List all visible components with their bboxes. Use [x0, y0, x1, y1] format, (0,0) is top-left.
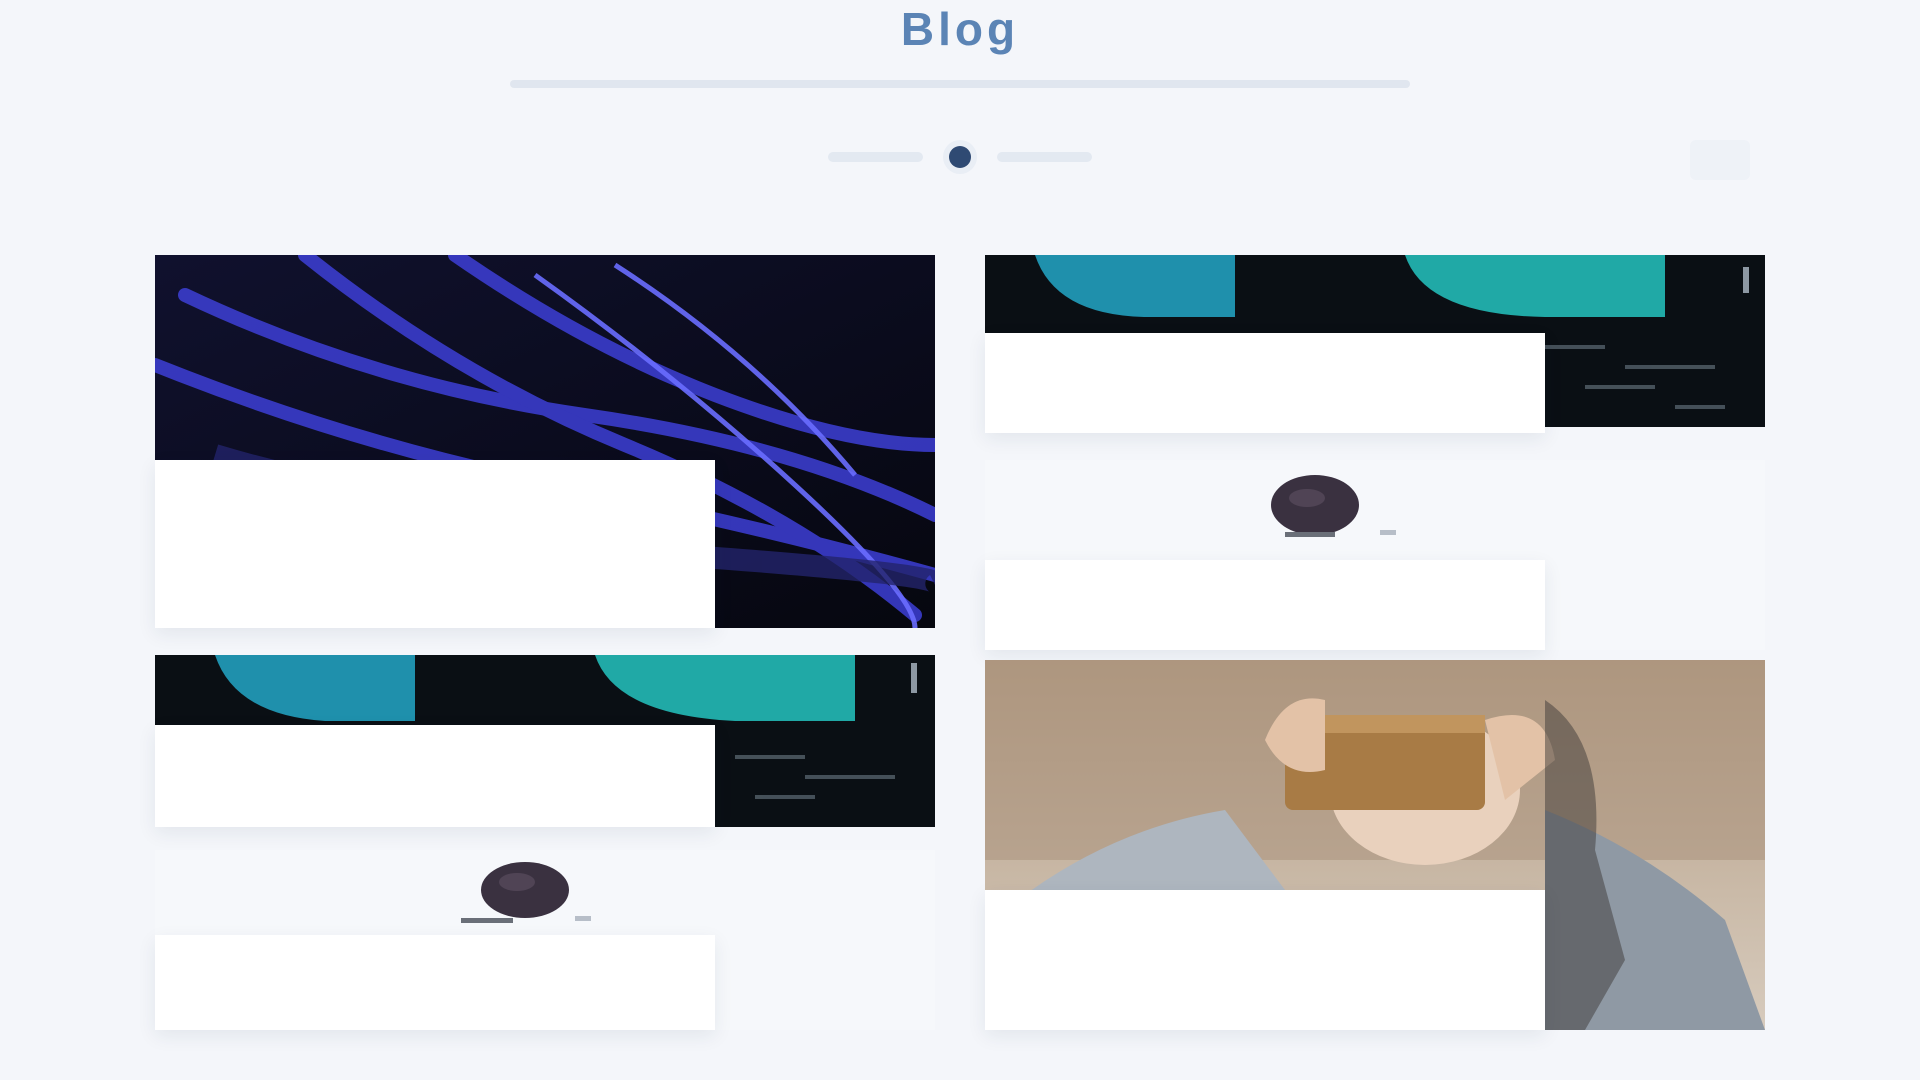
- blog-post-card[interactable]: [985, 660, 1765, 1030]
- blog-post-card[interactable]: [155, 850, 935, 1030]
- blog-post-grid: [155, 255, 1765, 1030]
- subtitle-placeholder: [510, 80, 1410, 88]
- pager-track-right: [997, 152, 1092, 162]
- blog-header: Blog: [0, 0, 1920, 200]
- nav-ghost-right: [1690, 140, 1750, 180]
- page-title: Blog: [900, 3, 1020, 55]
- blog-post-card[interactable]: [985, 460, 1765, 650]
- post-text-panel: [155, 725, 715, 827]
- pager-dot-active[interactable]: [949, 146, 971, 168]
- carousel-pager: [790, 142, 1130, 172]
- post-text-panel: [155, 460, 715, 628]
- post-text-panel: [985, 890, 1545, 1030]
- post-text-panel: [985, 333, 1545, 433]
- post-text-panel: [985, 560, 1545, 650]
- pager-track-left: [828, 152, 923, 162]
- post-text-panel: [155, 935, 715, 1030]
- blog-post-card[interactable]: [155, 255, 935, 628]
- blog-post-card[interactable]: [155, 655, 935, 827]
